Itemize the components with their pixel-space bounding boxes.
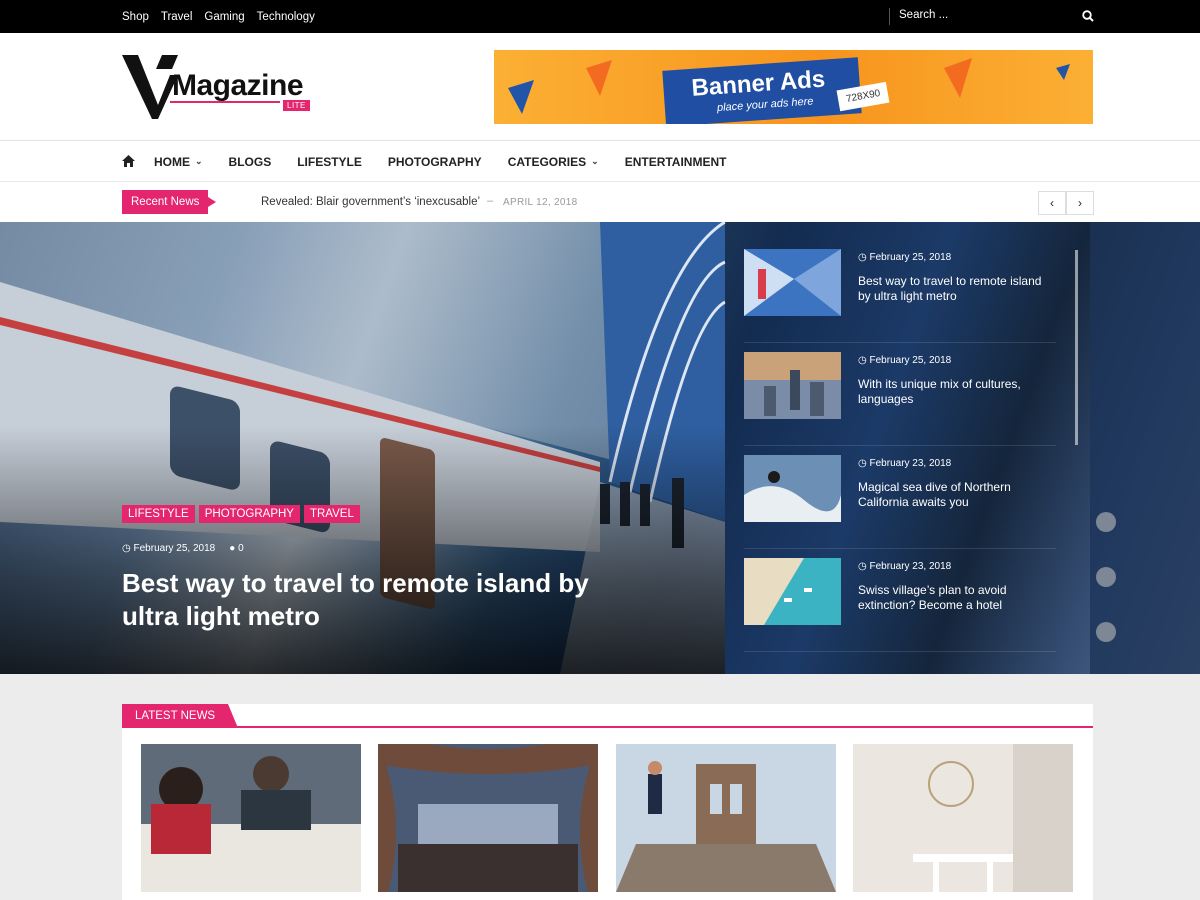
nav-item-blogs[interactable]: BLOGS — [229, 155, 272, 169]
chevron-down-icon: ⌄ — [591, 156, 599, 166]
hero-slider[interactable]: LIFESTYLE PHOTOGRAPHY TRAVEL ◷ February … — [0, 222, 1200, 674]
side-post-thumbnail[interactable] — [744, 352, 841, 419]
nav-item-label: ENTERTAINMENT — [624, 154, 727, 169]
top-links: Shop Travel Gaming Technology — [122, 0, 315, 33]
nav-item-label: BLOGS — [228, 154, 272, 169]
top-link-gaming[interactable]: Gaming — [204, 11, 244, 23]
top-bar: Shop Travel Gaming Technology Search ... — [0, 0, 1200, 33]
side-post-date: ◷ February 23, 2018 — [858, 561, 952, 572]
side-post-date: ◷ February 25, 2018 — [858, 355, 952, 366]
side-post-date: ◷ February 23, 2018 — [858, 458, 952, 469]
ticker-date: APRIL 12, 2018 — [503, 197, 578, 208]
nav-item-lifestyle[interactable]: LIFESTYLE — [297, 155, 362, 169]
side-list-scrollbar[interactable] — [1075, 250, 1078, 445]
side-post-thumbnail[interactable] — [744, 249, 841, 316]
banner-ad[interactable]: Banner Ads place your ads here 728X90 — [494, 50, 1093, 124]
side-post[interactable]: ◷ February 23, 2018 Swiss village’s plan… — [744, 549, 1056, 652]
hero-comments-wrap[interactable]: ● 0 — [229, 543, 243, 554]
nav-items: HOME ⌄ BLOGS LIFESTYLE PHOTOGRAPHY CATEG… — [154, 141, 752, 182]
nav-item-entertainment[interactable]: ENTERTAINMENT — [625, 155, 727, 169]
ticker-separator: – — [487, 195, 494, 207]
search-icon[interactable] — [1082, 10, 1094, 22]
side-post-thumbnail[interactable] — [744, 455, 841, 522]
chevron-down-icon: ⌄ — [195, 156, 203, 166]
hero-title[interactable]: Best way to travel to remote island by u… — [122, 567, 592, 633]
hero-tags: LIFESTYLE PHOTOGRAPHY TRAVEL — [122, 505, 360, 523]
side-post-title[interactable]: Swiss village’s plan to avoid extinction… — [858, 583, 1053, 613]
news-ticker: Recent News Revealed: Blair government’s… — [0, 182, 1200, 222]
latest-news-rule — [122, 726, 1093, 728]
search-placeholder: Search ... — [899, 9, 949, 21]
nav-item-photography[interactable]: PHOTOGRAPHY — [388, 155, 482, 169]
hero-comments: 0 — [238, 543, 244, 554]
latest-news-section: LATEST NEWS — [0, 674, 1200, 900]
site-header: Magazine LITE Banner Ads place your ads … — [0, 33, 1200, 141]
hero-date-wrap: ◷ February 25, 2018 — [122, 543, 215, 554]
side-post-title[interactable]: Magical sea dive of Northern California … — [858, 480, 1053, 510]
chevron-left-icon[interactable]: ‹ — [1038, 191, 1066, 215]
top-link-technology[interactable]: Technology — [257, 11, 315, 23]
latest-news-thumbnail[interactable] — [853, 744, 1073, 892]
latest-news-thumbnail[interactable] — [616, 744, 836, 892]
ticker-headline[interactable]: Revealed: Blair government’s ‘inexcusabl… — [261, 196, 480, 208]
side-post-list: ◷ February 25, 2018 Best way to travel t… — [744, 240, 1056, 652]
side-post-thumbnail[interactable] — [744, 558, 841, 625]
nav-item-label: PHOTOGRAPHY — [387, 154, 482, 169]
hero-date: February 25, 2018 — [133, 543, 216, 554]
chevron-right-icon[interactable]: › — [1066, 191, 1094, 215]
logo-wordmark: Magazine — [172, 69, 304, 102]
site-logo[interactable]: Magazine LITE — [122, 53, 322, 123]
comment-icon: ● — [229, 543, 236, 554]
hero-meta: ◷ February 25, 2018 ● 0 — [122, 543, 244, 554]
hero-tag-photography[interactable]: PHOTOGRAPHY — [198, 505, 300, 523]
latest-news-thumbnail[interactable] — [141, 744, 361, 892]
hero-tag-travel[interactable]: TRAVEL — [303, 505, 360, 523]
logo-underline — [170, 101, 280, 103]
side-post-title[interactable]: With its unique mix of cultures, languag… — [858, 377, 1053, 407]
top-link-shop[interactable]: Shop — [122, 11, 149, 23]
top-link-travel[interactable]: Travel — [161, 11, 193, 23]
latest-news-thumbnail[interactable] — [378, 744, 598, 892]
nav-item-categories[interactable]: CATEGORIES ⌄ — [508, 155, 599, 169]
ticker-label: Recent News — [122, 190, 217, 214]
home-icon[interactable] — [122, 155, 135, 167]
hero-tag-lifestyle[interactable]: LIFESTYLE — [122, 505, 195, 523]
main-nav: HOME ⌄ BLOGS LIFESTYLE PHOTOGRAPHY CATEG… — [0, 141, 1200, 182]
side-post[interactable]: ◷ February 23, 2018 Magical sea dive of … — [744, 446, 1056, 549]
nav-item-home[interactable]: HOME ⌄ — [154, 155, 203, 169]
search-input[interactable]: Search ... — [889, 8, 1094, 25]
side-post-date: ◷ February 25, 2018 — [858, 252, 952, 263]
side-post-title[interactable]: Best way to travel to remote island by u… — [858, 274, 1053, 304]
side-post[interactable]: ◷ February 25, 2018 Best way to travel t… — [744, 240, 1056, 343]
nav-item-label: LIFESTYLE — [297, 154, 362, 169]
latest-news-label: LATEST NEWS — [122, 704, 239, 728]
side-post[interactable]: ◷ February 25, 2018 With its unique mix … — [744, 343, 1056, 446]
nav-item-label: HOME — [154, 154, 190, 169]
logo-badge: LITE — [283, 100, 310, 111]
nav-item-label: CATEGORIES — [507, 154, 587, 169]
clock-icon: ◷ — [122, 543, 131, 554]
